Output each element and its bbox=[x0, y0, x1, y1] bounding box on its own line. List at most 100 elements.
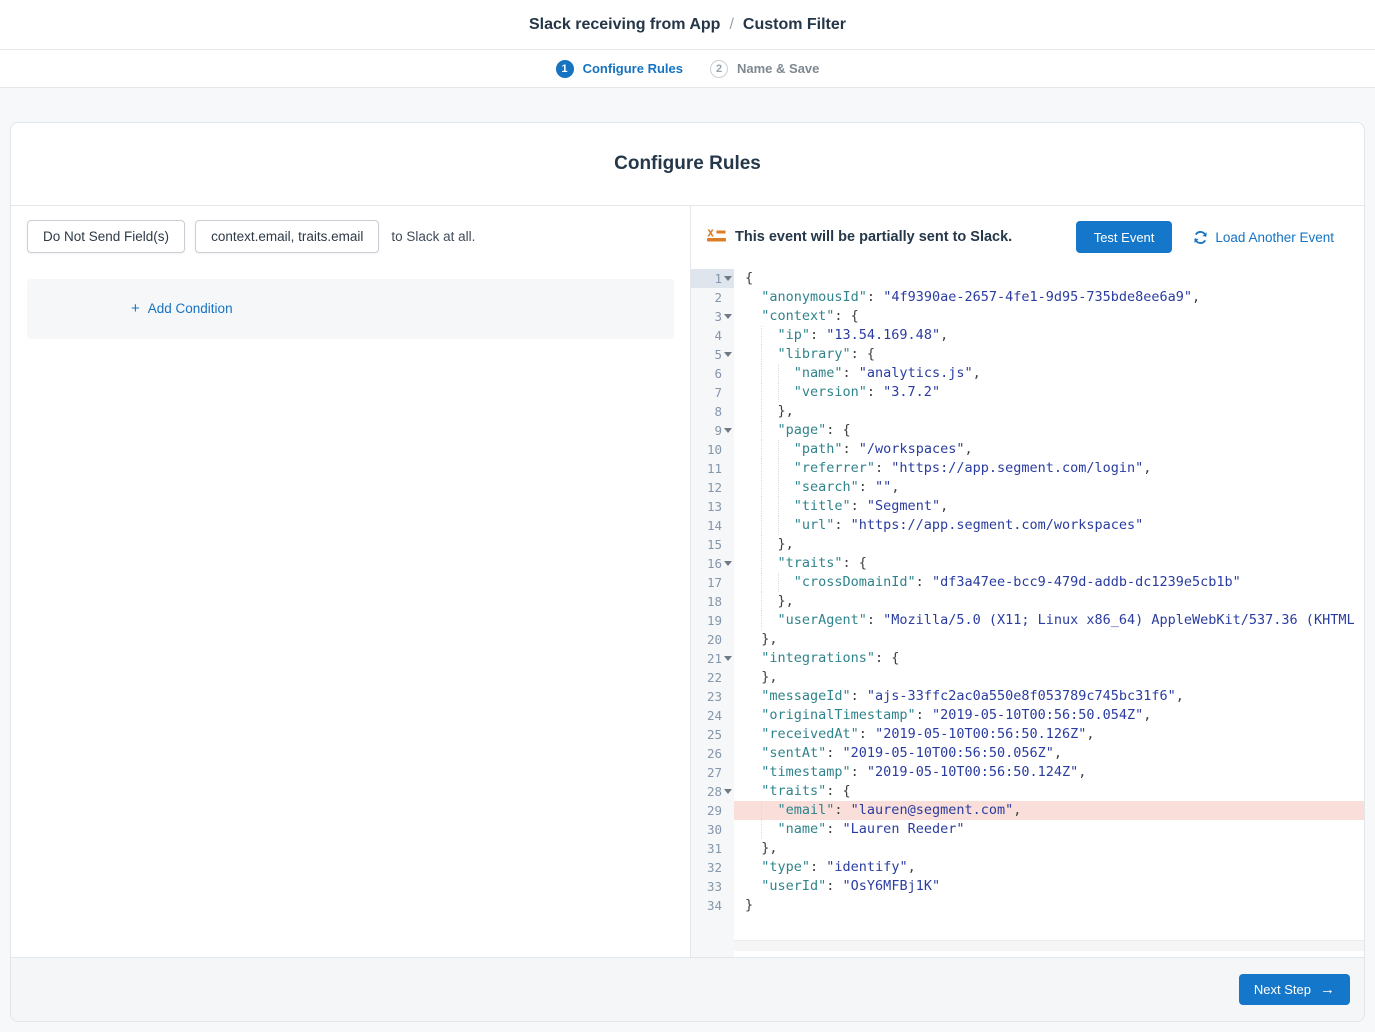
add-condition-button[interactable]: + Add Condition bbox=[131, 300, 233, 317]
editor-line[interactable]: 27"timestamp": "2019-05-10T00:56:50.124Z… bbox=[691, 763, 1364, 782]
page-title: Configure Rules bbox=[614, 153, 761, 175]
card-body: Do Not Send Field(s) context.email, trai… bbox=[11, 206, 1364, 957]
editor-line[interactable]: 30"name": "Lauren Reeder" bbox=[691, 820, 1364, 839]
rule-row: Do Not Send Field(s) context.email, trai… bbox=[11, 206, 690, 253]
fold-arrow-icon[interactable] bbox=[724, 561, 732, 566]
editor-line[interactable]: 23"messageId": "ajs-33ffc2ac0a550e8f0537… bbox=[691, 687, 1364, 706]
line-number: 14 bbox=[691, 516, 734, 535]
add-condition-label: Add Condition bbox=[148, 301, 233, 316]
line-number: 8 bbox=[691, 402, 734, 421]
code-text: "crossDomainId": "df3a47ee-bcc9-479d-add… bbox=[734, 573, 1364, 592]
line-number: 26 bbox=[691, 744, 734, 763]
editor-line[interactable]: 33"userId": "OsY6MFBj1K" bbox=[691, 877, 1364, 896]
editor-line[interactable]: 14"url": "https://app.segment.com/worksp… bbox=[691, 516, 1364, 535]
editor-line[interactable]: 13"title": "Segment", bbox=[691, 497, 1364, 516]
rule-fields-dropdown[interactable]: context.email, traits.email bbox=[195, 220, 379, 253]
event-status-text: This event will be partially sent to Sla… bbox=[735, 229, 1012, 245]
editor-line[interactable]: 6"name": "analytics.js", bbox=[691, 364, 1364, 383]
load-another-event-label: Load Another Event bbox=[1215, 230, 1334, 245]
page-background: Configure Rules Do Not Send Field(s) con… bbox=[0, 88, 1375, 1032]
editor-line[interactable]: 17"crossDomainId": "df3a47ee-bcc9-479d-a… bbox=[691, 573, 1364, 592]
next-step-button[interactable]: Next Step → bbox=[1239, 974, 1350, 1005]
step-label: Configure Rules bbox=[583, 61, 683, 76]
breadcrumb-parent-link[interactable]: Slack receiving from App bbox=[529, 16, 720, 34]
code-text: "ip": "13.54.169.48", bbox=[734, 326, 1364, 345]
editor-line[interactable]: 21"integrations": { bbox=[691, 649, 1364, 668]
load-another-event-link[interactable]: Load Another Event bbox=[1193, 230, 1334, 245]
line-number: 34 bbox=[691, 896, 734, 915]
editor-line[interactable]: 18}, bbox=[691, 592, 1364, 611]
code-text: { bbox=[734, 269, 1364, 288]
code-text: "receivedAt": "2019-05-10T00:56:50.126Z"… bbox=[734, 725, 1364, 744]
step-configure-rules[interactable]: 1 Configure Rules bbox=[556, 60, 683, 78]
rule-suffix-text: to Slack at all. bbox=[391, 229, 475, 244]
fold-arrow-icon[interactable] bbox=[724, 352, 732, 357]
step-number-badge: 1 bbox=[556, 60, 574, 78]
code-text: "timestamp": "2019-05-10T00:56:50.124Z", bbox=[734, 763, 1364, 782]
line-number: 29 bbox=[691, 801, 734, 820]
line-number: 9 bbox=[691, 421, 734, 440]
editor-line[interactable]: 3"context": { bbox=[691, 307, 1364, 326]
event-preview-panel: x This event will be partially sent to S… bbox=[691, 206, 1364, 957]
fold-arrow-icon[interactable] bbox=[724, 314, 732, 319]
code-text: "originalTimestamp": "2019-05-10T00:56:5… bbox=[734, 706, 1364, 725]
editor-line[interactable]: 22}, bbox=[691, 668, 1364, 687]
editor-line[interactable]: 29"email": "lauren@segment.com", bbox=[691, 801, 1364, 820]
fold-arrow-icon[interactable] bbox=[724, 656, 732, 661]
editor-line[interactable]: 8}, bbox=[691, 402, 1364, 421]
code-text: "url": "https://app.segment.com/workspac… bbox=[734, 516, 1364, 535]
fold-arrow-icon[interactable] bbox=[724, 789, 732, 794]
step-name-and-save[interactable]: 2 Name & Save bbox=[710, 60, 819, 78]
editor-line[interactable]: 12"search": "", bbox=[691, 478, 1364, 497]
editor-line[interactable]: 26"sentAt": "2019-05-10T00:56:50.056Z", bbox=[691, 744, 1364, 763]
code-text: "integrations": { bbox=[734, 649, 1364, 668]
code-text: }, bbox=[734, 630, 1364, 649]
editor-line[interactable]: 1{ bbox=[691, 269, 1364, 288]
editor-line[interactable]: 16"traits": { bbox=[691, 554, 1364, 573]
code-text: "userId": "OsY6MFBj1K" bbox=[734, 877, 1364, 896]
editor-line[interactable]: 15}, bbox=[691, 535, 1364, 554]
editor-line[interactable]: 25"receivedAt": "2019-05-10T00:56:50.126… bbox=[691, 725, 1364, 744]
editor-line[interactable]: 19"userAgent": "Mozilla/5.0 (X11; Linux … bbox=[691, 611, 1364, 630]
rule-action-dropdown[interactable]: Do Not Send Field(s) bbox=[27, 220, 185, 253]
editor-line[interactable]: 31}, bbox=[691, 839, 1364, 858]
line-number: 19 bbox=[691, 611, 734, 630]
code-text: "anonymousId": "4f9390ae-2657-4fe1-9d95-… bbox=[734, 288, 1364, 307]
code-text: }, bbox=[734, 535, 1364, 554]
code-text: }, bbox=[734, 839, 1364, 858]
top-bar: Slack receiving from App / Custom Filter bbox=[0, 0, 1375, 50]
code-text: "title": "Segment", bbox=[734, 497, 1364, 516]
editor-line[interactable]: 7"version": "3.7.2" bbox=[691, 383, 1364, 402]
code-text: "sentAt": "2019-05-10T00:56:50.056Z", bbox=[734, 744, 1364, 763]
editor-line[interactable]: 24"originalTimestamp": "2019-05-10T00:56… bbox=[691, 706, 1364, 725]
line-number: 17 bbox=[691, 573, 734, 592]
line-number: 23 bbox=[691, 687, 734, 706]
editor-line[interactable]: 34} bbox=[691, 896, 1364, 915]
editor-line[interactable]: 5"library": { bbox=[691, 345, 1364, 364]
json-editor[interactable]: 1{2"anonymousId": "4f9390ae-2657-4fe1-9d… bbox=[691, 269, 1364, 957]
card-header: Configure Rules bbox=[11, 123, 1364, 206]
editor-line[interactable]: 20}, bbox=[691, 630, 1364, 649]
test-event-button[interactable]: Test Event bbox=[1076, 221, 1173, 253]
line-number: 20 bbox=[691, 630, 734, 649]
fold-arrow-icon[interactable] bbox=[724, 276, 732, 281]
editor-line[interactable]: 10"path": "/workspaces", bbox=[691, 440, 1364, 459]
editor-line[interactable]: 32"type": "identify", bbox=[691, 858, 1364, 877]
horizontal-scrollbar[interactable] bbox=[734, 940, 1364, 951]
line-number: 2 bbox=[691, 288, 734, 307]
code-text: "library": { bbox=[734, 345, 1364, 364]
editor-line[interactable]: 2"anonymousId": "4f9390ae-2657-4fe1-9d95… bbox=[691, 288, 1364, 307]
line-number: 7 bbox=[691, 383, 734, 402]
code-text: "userAgent": "Mozilla/5.0 (X11; Linux x8… bbox=[734, 611, 1364, 630]
editor-line[interactable]: 4"ip": "13.54.169.48", bbox=[691, 326, 1364, 345]
editor-line[interactable]: 9"page": { bbox=[691, 421, 1364, 440]
code-text: "referrer": "https://app.segment.com/log… bbox=[734, 459, 1364, 478]
line-number: 27 bbox=[691, 763, 734, 782]
editor-line[interactable]: 11"referrer": "https://app.segment.com/l… bbox=[691, 459, 1364, 478]
event-header: x This event will be partially sent to S… bbox=[691, 206, 1364, 269]
fold-arrow-icon[interactable] bbox=[724, 428, 732, 433]
code-text: "traits": { bbox=[734, 782, 1364, 801]
editor-line[interactable]: 28"traits": { bbox=[691, 782, 1364, 801]
step-number-badge: 2 bbox=[710, 60, 728, 78]
line-number: 15 bbox=[691, 535, 734, 554]
